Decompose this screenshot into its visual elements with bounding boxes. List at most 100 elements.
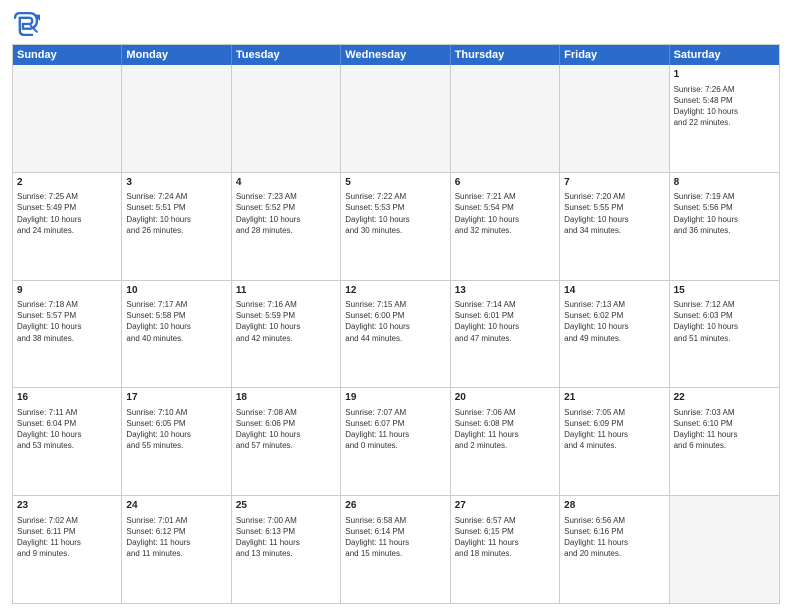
weekday-header-wednesday: Wednesday (341, 45, 450, 65)
day-info: Sunrise: 7:24 AM Sunset: 5:51 PM Dayligh… (126, 191, 226, 236)
day-info: Sunrise: 7:23 AM Sunset: 5:52 PM Dayligh… (236, 191, 336, 236)
day-info: Sunrise: 7:16 AM Sunset: 5:59 PM Dayligh… (236, 299, 336, 344)
day-number: 1 (674, 68, 775, 82)
header (12, 10, 780, 38)
logo-icon (12, 10, 40, 38)
day-number: 17 (126, 391, 226, 405)
day-number: 25 (236, 499, 336, 513)
day-info: Sunrise: 7:20 AM Sunset: 5:55 PM Dayligh… (564, 191, 664, 236)
day-number: 12 (345, 284, 445, 298)
day-number: 2 (17, 176, 117, 190)
weekday-header-sunday: Sunday (13, 45, 122, 65)
calendar-cell-19: 19Sunrise: 7:07 AM Sunset: 6:07 PM Dayli… (341, 388, 450, 495)
day-number: 24 (126, 499, 226, 513)
day-number: 18 (236, 391, 336, 405)
day-number: 27 (455, 499, 555, 513)
day-info: Sunrise: 7:12 AM Sunset: 6:03 PM Dayligh… (674, 299, 775, 344)
calendar-cell-empty (122, 65, 231, 172)
calendar-cell-3: 3Sunrise: 7:24 AM Sunset: 5:51 PM Daylig… (122, 173, 231, 280)
calendar-cell-5: 5Sunrise: 7:22 AM Sunset: 5:53 PM Daylig… (341, 173, 450, 280)
day-number: 9 (17, 284, 117, 298)
calendar-row-1: 2Sunrise: 7:25 AM Sunset: 5:49 PM Daylig… (13, 173, 779, 281)
calendar-cell-empty (13, 65, 122, 172)
weekday-header-monday: Monday (122, 45, 231, 65)
day-number: 13 (455, 284, 555, 298)
day-info: Sunrise: 6:56 AM Sunset: 6:16 PM Dayligh… (564, 515, 664, 560)
calendar-cell-empty (451, 65, 560, 172)
calendar-cell-9: 9Sunrise: 7:18 AM Sunset: 5:57 PM Daylig… (13, 281, 122, 388)
day-number: 3 (126, 176, 226, 190)
calendar-cell-28: 28 Sunrise: 6:56 AM Sunset: 6:16 PM Dayli… (560, 496, 669, 603)
calendar-cell-11: 11Sunrise: 7:16 AM Sunset: 5:59 PM Dayli… (232, 281, 341, 388)
day-info: Sunrise: 7:02 AM Sunset: 6:11 PM Dayligh… (17, 515, 117, 560)
day-info: Sunrise: 6:57 AM Sunset: 6:15 PM Dayligh… (455, 515, 555, 560)
calendar-cell-22: 22 Sunrise: 7:03 AM Sunset: 6:10 PM Dayli… (670, 388, 779, 495)
day-number: 4 (236, 176, 336, 190)
calendar-cell-6: 6Sunrise: 7:21 AM Sunset: 5:54 PM Daylig… (451, 173, 560, 280)
calendar-row-4: 23 Sunrise: 7:02 AM Sunset: 6:11 PM Dayli… (13, 496, 779, 603)
day-number: 28 (564, 499, 664, 513)
day-info: Sunrise: 7:14 AM Sunset: 6:01 PM Dayligh… (455, 299, 555, 344)
calendar-cell-empty (232, 65, 341, 172)
calendar-cell-14: 14Sunrise: 7:13 AM Sunset: 6:02 PM Dayli… (560, 281, 669, 388)
weekday-header-saturday: Saturday (670, 45, 779, 65)
day-info: Sunrise: 7:00 AM Sunset: 6:13 PM Dayligh… (236, 515, 336, 560)
day-number: 7 (564, 176, 664, 190)
calendar-cell-20: 20 Sunrise: 7:06 AM Sunset: 6:08 PM Dayli… (451, 388, 560, 495)
calendar-row-0: 1 Sunrise: 7:26 AM Sunset: 5:48 PM Daylig… (13, 65, 779, 173)
day-number: 6 (455, 176, 555, 190)
day-number: 26 (345, 499, 445, 513)
day-info: Sunrise: 7:26 AM Sunset: 5:48 PM Dayligh… (674, 84, 775, 129)
day-number: 20 (455, 391, 555, 405)
calendar-cell-27: 27 Sunrise: 6:57 AM Sunset: 6:15 PM Dayli… (451, 496, 560, 603)
calendar-cell-10: 10Sunrise: 7:17 AM Sunset: 5:58 PM Dayli… (122, 281, 231, 388)
day-info: Sunrise: 7:06 AM Sunset: 6:08 PM Dayligh… (455, 407, 555, 452)
calendar-cell-empty (560, 65, 669, 172)
calendar-cell-4: 4Sunrise: 7:23 AM Sunset: 5:52 PM Daylig… (232, 173, 341, 280)
calendar-cell-empty (670, 496, 779, 603)
day-info: Sunrise: 7:19 AM Sunset: 5:56 PM Dayligh… (674, 191, 775, 236)
calendar-cell-7: 7Sunrise: 7:20 AM Sunset: 5:55 PM Daylig… (560, 173, 669, 280)
day-number: 11 (236, 284, 336, 298)
day-number: 15 (674, 284, 775, 298)
calendar-cell-12: 12Sunrise: 7:15 AM Sunset: 6:00 PM Dayli… (341, 281, 450, 388)
calendar-header: SundayMondayTuesdayWednesdayThursdayFrid… (13, 45, 779, 65)
page: SundayMondayTuesdayWednesdayThursdayFrid… (0, 0, 792, 612)
day-number: 5 (345, 176, 445, 190)
day-info: Sunrise: 7:21 AM Sunset: 5:54 PM Dayligh… (455, 191, 555, 236)
day-info: Sunrise: 7:01 AM Sunset: 6:12 PM Dayligh… (126, 515, 226, 560)
day-number: 22 (674, 391, 775, 405)
day-info: Sunrise: 6:58 AM Sunset: 6:14 PM Dayligh… (345, 515, 445, 560)
calendar-cell-1: 1 Sunrise: 7:26 AM Sunset: 5:48 PM Daylig… (670, 65, 779, 172)
calendar-row-2: 9Sunrise: 7:18 AM Sunset: 5:57 PM Daylig… (13, 281, 779, 389)
day-info: Sunrise: 7:08 AM Sunset: 6:06 PM Dayligh… (236, 407, 336, 452)
day-number: 10 (126, 284, 226, 298)
day-number: 23 (17, 499, 117, 513)
day-number: 21 (564, 391, 664, 405)
day-info: Sunrise: 7:25 AM Sunset: 5:49 PM Dayligh… (17, 191, 117, 236)
calendar-cell-2: 2Sunrise: 7:25 AM Sunset: 5:49 PM Daylig… (13, 173, 122, 280)
calendar-cell-13: 13Sunrise: 7:14 AM Sunset: 6:01 PM Dayli… (451, 281, 560, 388)
calendar-cell-16: 16Sunrise: 7:11 AM Sunset: 6:04 PM Dayli… (13, 388, 122, 495)
calendar-cell-empty (341, 65, 450, 172)
calendar-cell-21: 21 Sunrise: 7:05 AM Sunset: 6:09 PM Dayli… (560, 388, 669, 495)
calendar-cell-15: 15Sunrise: 7:12 AM Sunset: 6:03 PM Dayli… (670, 281, 779, 388)
calendar-cell-23: 23 Sunrise: 7:02 AM Sunset: 6:11 PM Dayli… (13, 496, 122, 603)
calendar-cell-8: 8Sunrise: 7:19 AM Sunset: 5:56 PM Daylig… (670, 173, 779, 280)
calendar-row-3: 16Sunrise: 7:11 AM Sunset: 6:04 PM Dayli… (13, 388, 779, 496)
day-info: Sunrise: 7:17 AM Sunset: 5:58 PM Dayligh… (126, 299, 226, 344)
logo (12, 10, 44, 38)
day-info: Sunrise: 7:05 AM Sunset: 6:09 PM Dayligh… (564, 407, 664, 452)
day-info: Sunrise: 7:10 AM Sunset: 6:05 PM Dayligh… (126, 407, 226, 452)
weekday-header-tuesday: Tuesday (232, 45, 341, 65)
weekday-header-thursday: Thursday (451, 45, 560, 65)
day-number: 14 (564, 284, 664, 298)
day-number: 16 (17, 391, 117, 405)
calendar-cell-26: 26 Sunrise: 6:58 AM Sunset: 6:14 PM Dayli… (341, 496, 450, 603)
day-info: Sunrise: 7:22 AM Sunset: 5:53 PM Dayligh… (345, 191, 445, 236)
day-number: 19 (345, 391, 445, 405)
day-number: 8 (674, 176, 775, 190)
day-info: Sunrise: 7:18 AM Sunset: 5:57 PM Dayligh… (17, 299, 117, 344)
day-info: Sunrise: 7:03 AM Sunset: 6:10 PM Dayligh… (674, 407, 775, 452)
calendar-cell-17: 17 Sunrise: 7:10 AM Sunset: 6:05 PM Dayli… (122, 388, 231, 495)
